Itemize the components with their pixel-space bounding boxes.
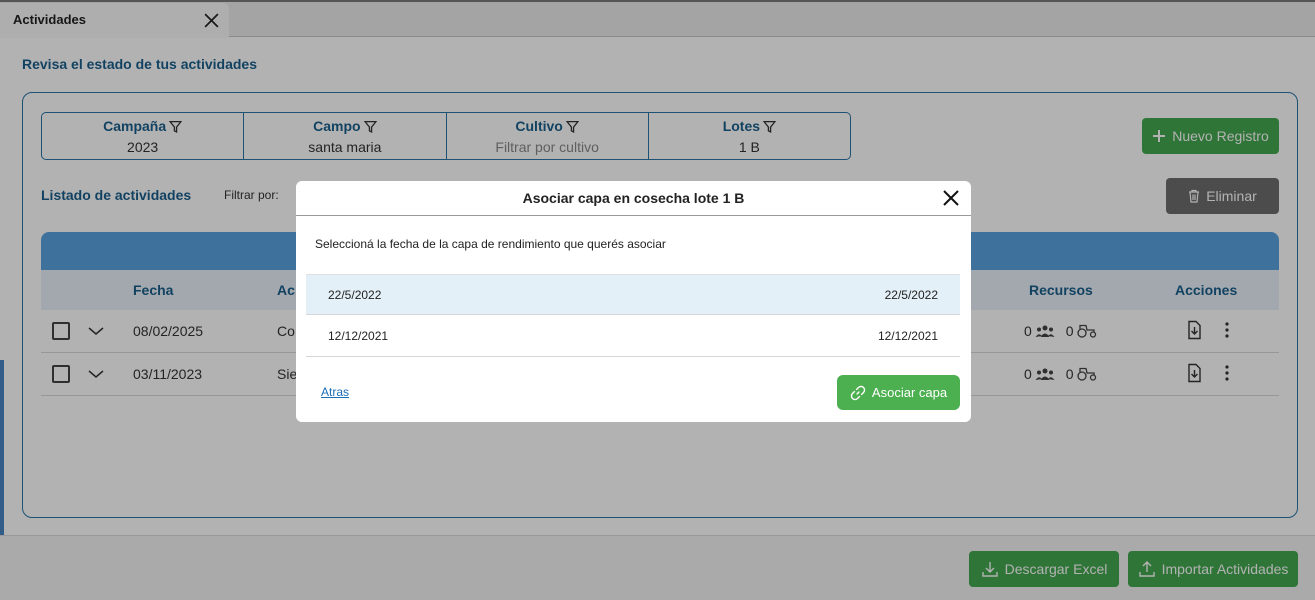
- associate-layer-button[interactable]: Asociar capa: [837, 375, 960, 410]
- option-date-right: 22/5/2022: [884, 288, 938, 302]
- option-date-left: 12/12/2021: [328, 329, 389, 343]
- close-icon[interactable]: [942, 189, 960, 207]
- option-date-right: 12/12/2021: [877, 329, 938, 343]
- layer-date-option[interactable]: 12/12/2021 12/12/2021: [306, 316, 960, 357]
- dialog-header: Asociar capa en cosecha lote 1 B: [296, 181, 971, 216]
- back-link[interactable]: Atras: [321, 385, 349, 399]
- dialog-instruction: Seleccioná la fecha de la capa de rendim…: [315, 237, 666, 251]
- link-icon: [850, 385, 866, 400]
- associate-layer-dialog: Asociar capa en cosecha lote 1 B Selecci…: [296, 181, 971, 422]
- option-date-left: 22/5/2022: [328, 288, 382, 302]
- associate-layer-label: Asociar capa: [871, 385, 948, 400]
- dialog-title: Asociar capa en cosecha lote 1 B: [522, 190, 745, 206]
- layer-date-option[interactable]: 22/5/2022 22/5/2022: [306, 274, 960, 315]
